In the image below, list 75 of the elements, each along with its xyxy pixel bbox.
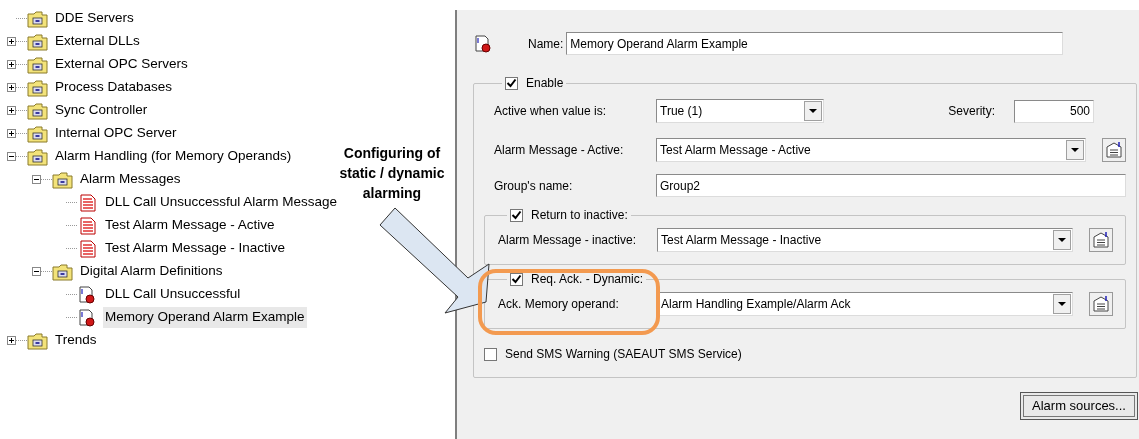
folder-icon	[27, 32, 48, 51]
checkbox-label: Req. Ack. - Dynamic:	[531, 271, 644, 287]
tree-item[interactable]: DDE Servers	[53, 8, 136, 29]
folder-icon	[27, 147, 48, 166]
caret-icon	[1058, 238, 1066, 242]
tree-item[interactable]: Internal OPC Server	[53, 123, 179, 144]
expand-icon[interactable]	[7, 106, 16, 115]
document-icon	[77, 239, 98, 258]
field-label: Alarm Message - Active:	[494, 142, 625, 159]
dropdown[interactable]: Test Alarm Message - Active	[656, 138, 1086, 162]
tree-item[interactable]: Sync Controller	[53, 100, 150, 121]
dropdown[interactable]: True (1)	[656, 99, 824, 123]
tree-item[interactable]: External OPC Servers	[53, 54, 190, 75]
tree-item[interactable]: DLL Call Unsuccessful	[103, 284, 243, 305]
tree-item[interactable]: Test Alarm Message - Inactive	[103, 238, 288, 259]
checkbox-label: Send SMS Warning (SAEAUT SMS Service)	[505, 346, 742, 363]
alarm-icon	[77, 285, 98, 304]
properties-icon	[1092, 295, 1110, 313]
collapse-icon[interactable]	[32, 267, 41, 276]
checkbox-label: Enable	[526, 75, 564, 91]
field-label: Active when value is:	[494, 103, 608, 120]
expand-icon[interactable]	[7, 336, 16, 345]
name-field[interactable]: Memory Operand Alarm Example	[566, 32, 1064, 55]
checkbox-label: Return to inactive:	[531, 207, 628, 223]
tree-item[interactable]: DLL Call Unsuccessful Alarm Message	[103, 192, 340, 213]
expand-icon[interactable]	[7, 37, 16, 46]
properties-icon	[1092, 231, 1110, 249]
checkbox[interactable]	[510, 208, 523, 222]
severity-field[interactable]: 500	[1014, 99, 1094, 123]
field-label: Severity:	[948, 103, 995, 120]
tree-item[interactable]: Alarm Handling (for Memory Operands)	[53, 146, 294, 167]
tree-item[interactable]: External DLLs	[53, 31, 142, 52]
expand-icon[interactable]	[7, 129, 16, 138]
tree-item[interactable]: Process Databases	[53, 77, 175, 98]
dropdown[interactable]: Alarm Handling Example/Alarm Ack	[657, 292, 1073, 316]
alarm-icon	[77, 308, 98, 327]
tree-item[interactable]: Test Alarm Message - Active	[103, 215, 277, 236]
folder-icon	[27, 331, 48, 350]
tree-item[interactable]: Digital Alarm Definitions	[78, 261, 225, 282]
alarm-icon	[473, 35, 494, 53]
properties-icon	[1105, 141, 1123, 159]
alarm-sources-button[interactable]: Alarm sources...	[1020, 392, 1138, 420]
collapse-icon[interactable]	[7, 152, 16, 161]
folder-icon	[52, 262, 73, 281]
group-name-field[interactable]: Group2	[656, 174, 1126, 197]
properties-button[interactable]	[1089, 292, 1113, 316]
caret-icon	[1058, 302, 1066, 306]
document-icon	[77, 216, 98, 235]
checkbox[interactable]	[505, 76, 518, 90]
check-icon	[511, 210, 522, 220]
field-label: Group's name:	[494, 177, 574, 195]
expand-icon[interactable]	[7, 60, 16, 69]
folder-icon	[27, 78, 48, 97]
collapse-icon[interactable]	[32, 175, 41, 184]
properties-button[interactable]	[1102, 138, 1126, 162]
folder-icon	[27, 9, 48, 28]
tree-item[interactable]: Memory Operand Alarm Example	[103, 307, 307, 328]
tree-item[interactable]: Trends	[53, 330, 99, 351]
tree-item[interactable]: Alarm Messages	[78, 169, 183, 190]
caret-icon	[1071, 148, 1079, 152]
check-icon	[506, 78, 517, 88]
field-label: Alarm Message - inactive:	[498, 232, 638, 249]
expand-icon[interactable]	[7, 83, 16, 92]
folder-icon	[27, 101, 48, 120]
check-icon	[511, 274, 522, 284]
folder-icon	[52, 170, 73, 189]
folder-icon	[27, 124, 48, 143]
checkbox[interactable]	[484, 347, 497, 361]
folder-icon	[27, 55, 48, 74]
document-icon	[77, 193, 98, 212]
dropdown[interactable]: Test Alarm Message - Inactive	[657, 228, 1073, 252]
properties-button[interactable]	[1089, 228, 1113, 252]
field-label: Name:	[528, 35, 564, 53]
field-label: Ack. Memory operand:	[498, 296, 620, 313]
caret-icon	[809, 109, 817, 113]
